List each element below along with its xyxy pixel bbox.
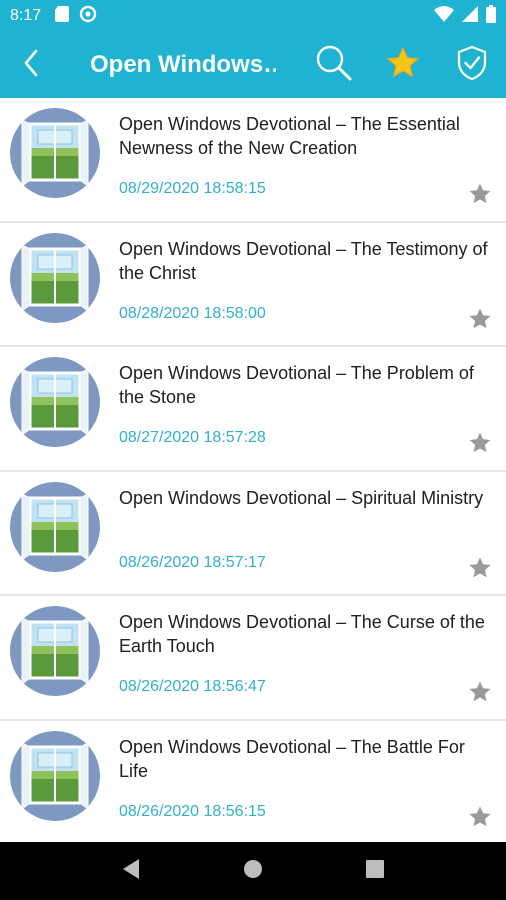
devotional-thumbnail bbox=[10, 730, 100, 821]
nav-home-button[interactable] bbox=[233, 851, 273, 891]
item-title: Open Windows Devotional – The Battle For… bbox=[119, 736, 465, 781]
search-button[interactable] bbox=[306, 32, 362, 98]
item-date: 08/28/2020 18:58:00 bbox=[119, 304, 266, 322]
favorite-star-icon[interactable] bbox=[468, 556, 492, 580]
navigation-bar bbox=[0, 842, 506, 900]
favorite-star-icon[interactable] bbox=[468, 307, 492, 331]
item-title: Open Windows Devotional – The Problem of… bbox=[119, 363, 474, 407]
item-title: Open Windows Devotional – The Curse of t… bbox=[119, 612, 485, 656]
status-bar: 8:17 bbox=[0, 0, 506, 32]
circle-home-icon bbox=[243, 859, 263, 884]
list-item[interactable]: Open Windows Devotional – The Testimony … bbox=[0, 222, 506, 347]
list-item[interactable]: Open Windows Devotional – The Battle For… bbox=[0, 720, 506, 842]
sync-icon bbox=[79, 5, 97, 28]
item-date: 08/26/2020 18:56:47 bbox=[119, 678, 266, 695]
devotional-list[interactable]: Open Windows Devotional – The Essential … bbox=[0, 98, 506, 842]
page-title: Open Windows… bbox=[90, 51, 276, 78]
wifi-icon bbox=[434, 5, 454, 27]
list-item[interactable]: Open Windows Devotional – Spiritual Mini… bbox=[0, 471, 506, 596]
devotional-thumbnail bbox=[10, 232, 100, 323]
battery-icon bbox=[486, 4, 496, 28]
app-bar: Open Windows… bbox=[0, 32, 506, 98]
square-recents-icon bbox=[365, 859, 385, 884]
star-favorites-icon bbox=[386, 46, 420, 85]
item-date: 08/26/2020 18:56:15 bbox=[119, 802, 266, 820]
nav-back-button[interactable] bbox=[111, 851, 151, 891]
devotional-thumbnail bbox=[10, 108, 100, 198]
search-icon bbox=[315, 44, 353, 87]
nav-recents-button[interactable] bbox=[355, 851, 395, 891]
devotional-thumbnail bbox=[10, 481, 100, 572]
favorites-button[interactable] bbox=[375, 32, 431, 98]
favorite-star-icon[interactable] bbox=[468, 431, 492, 455]
signal-icon bbox=[462, 5, 478, 27]
item-date: 08/29/2020 18:58:15 bbox=[119, 180, 266, 197]
status-right-icons bbox=[434, 4, 496, 28]
list-item[interactable]: Open Windows Devotional – The Problem of… bbox=[0, 347, 506, 472]
item-title: Open Windows Devotional – Spiritual Mini… bbox=[119, 487, 484, 508]
devotional-thumbnail bbox=[10, 357, 100, 447]
back-button[interactable] bbox=[0, 32, 62, 98]
triangle-back-icon bbox=[121, 858, 141, 885]
shield-check-icon bbox=[456, 45, 488, 86]
devotional-thumbnail bbox=[10, 606, 100, 696]
status-left-icons bbox=[55, 5, 97, 28]
item-date: 08/26/2020 18:57:17 bbox=[119, 553, 266, 571]
favorite-star-icon[interactable] bbox=[468, 805, 492, 829]
shield-button[interactable] bbox=[444, 32, 500, 98]
back-arrow-icon bbox=[22, 49, 40, 82]
list-item[interactable]: Open Windows Devotional – The Curse of t… bbox=[0, 596, 506, 721]
list-item[interactable]: Open Windows Devotional – The Essential … bbox=[0, 98, 506, 223]
item-date: 08/27/2020 18:57:28 bbox=[119, 429, 266, 446]
item-title: Open Windows Devotional – The Testimony … bbox=[119, 238, 488, 283]
item-title: Open Windows Devotional – The Essential … bbox=[119, 114, 460, 158]
favorite-star-icon[interactable] bbox=[468, 680, 492, 704]
sd-card-icon bbox=[55, 5, 70, 27]
status-time: 8:17 bbox=[10, 7, 42, 24]
favorite-star-icon[interactable] bbox=[468, 182, 492, 206]
